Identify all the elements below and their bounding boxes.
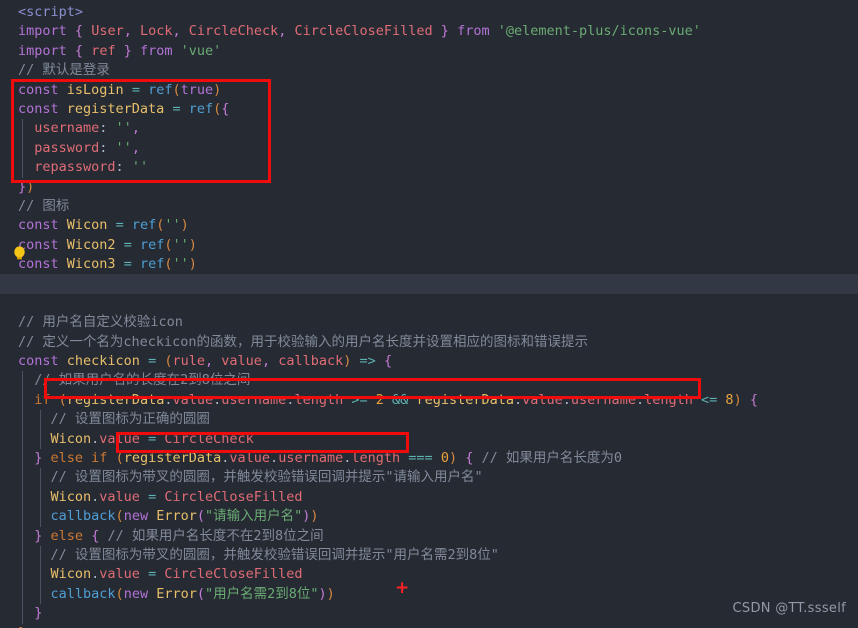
- code-editor-screenshot: <script> import { User, Lock, CircleChec…: [0, 0, 858, 628]
- code-line[interactable]: }: [0, 624, 858, 628]
- code-line[interactable]: Wicon.value = CircleCheck: [0, 429, 858, 449]
- code-line[interactable]: const Wicon3 = ref(''): [0, 255, 858, 274]
- code-line[interactable]: // 图标: [0, 197, 858, 216]
- code-line[interactable]: // 用户名自定义校验icon: [0, 313, 858, 332]
- code-line[interactable]: const isLogin = ref(true): [0, 81, 858, 100]
- code-line[interactable]: } else if (registerData.value.username.l…: [0, 448, 858, 469]
- code-line[interactable]: username: '',: [0, 119, 858, 139]
- code-content[interactable]: <script> import { User, Lock, CircleChec…: [0, 3, 858, 628]
- code-line[interactable]: }: [0, 604, 858, 624]
- code-line[interactable]: callback(new Error("请输入用户名")): [0, 507, 858, 527]
- code-line[interactable]: const Wicon = ref(''): [0, 216, 858, 235]
- code-line[interactable]: callback(new Error("用户名需2到8位")): [0, 584, 858, 605]
- code-line[interactable]: password: '',: [0, 138, 858, 159]
- code-line[interactable]: // 设置图标为带叉的圆圈，并触发校验错误回调并提示"用户名需2到8位": [0, 545, 858, 566]
- code-line[interactable]: }): [0, 178, 858, 197]
- code-line[interactable]: // 设置图标为正确的圆圈: [0, 410, 858, 430]
- code-line[interactable]: import { ref } from 'vue': [0, 42, 858, 61]
- code-token: <script>: [18, 4, 84, 20]
- code-line-current[interactable]: [0, 274, 858, 294]
- code-line[interactable]: const registerData = ref({: [0, 100, 858, 119]
- code-line[interactable]: // 定义一个名为checkicon的函数，用于校验输入的用户名长度并设置相应的…: [0, 333, 858, 352]
- code-line[interactable]: // 如果用户名的长度在2到8位之间: [0, 371, 858, 391]
- code-line[interactable]: <script>: [0, 3, 858, 22]
- code-line[interactable]: import { User, Lock, CircleCheck, Circle…: [0, 22, 858, 41]
- code-line[interactable]: } else { // 如果用户名长度不在2到8位之间: [0, 526, 858, 546]
- code-line[interactable]: if (registerData.value.username.length >…: [0, 390, 858, 411]
- code-line[interactable]: // 设置图标为带叉的圆圈，并触发校验错误回调并提示"请输入用户名": [0, 468, 858, 488]
- code-line[interactable]: Wicon.value = CircleCloseFilled: [0, 565, 858, 585]
- code-line[interactable]: const checkicon = (rule, value, callback…: [0, 352, 858, 371]
- watermark: CSDN @TT.ssself: [732, 600, 846, 616]
- code-line[interactable]: Wicon.value = CircleCloseFilled: [0, 487, 858, 508]
- code-line[interactable]: const Wicon2 = ref(''): [0, 236, 858, 255]
- code-line[interactable]: // 默认是登录: [0, 61, 858, 80]
- code-line[interactable]: repassword: '': [0, 158, 858, 178]
- code-line[interactable]: [0, 294, 858, 313]
